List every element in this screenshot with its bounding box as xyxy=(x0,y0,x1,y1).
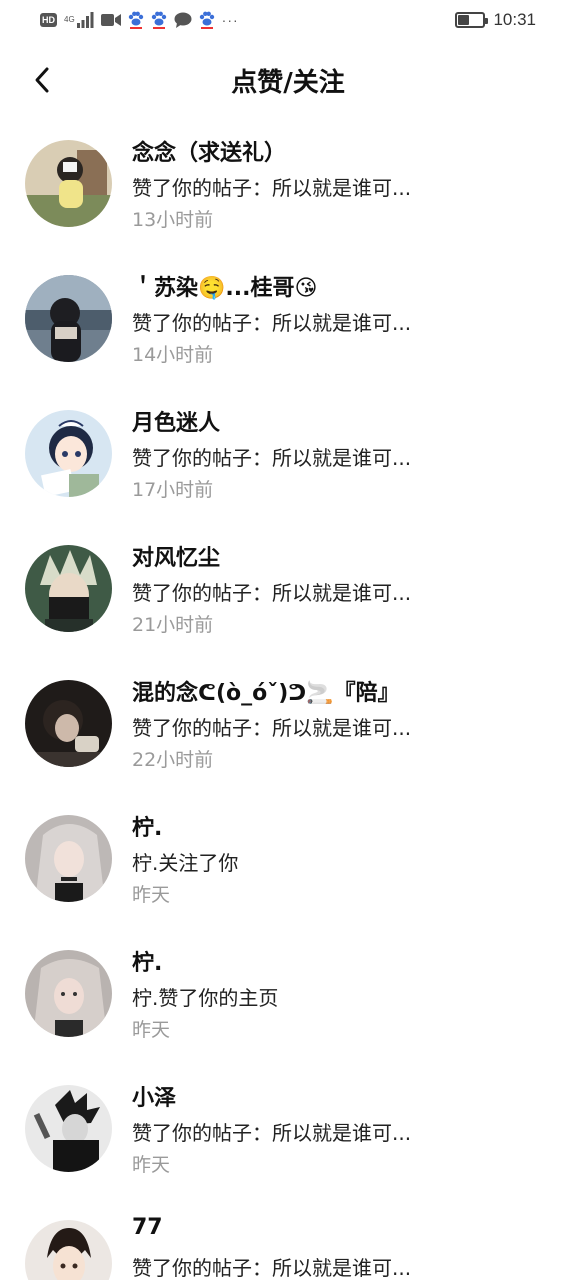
user-name[interactable]: 混的念ᕦ(ò_óˇ)ᕤ🚬『陪』 xyxy=(132,675,400,707)
more-dots-icon: ··· xyxy=(221,12,239,28)
page-title: 点赞/关注 xyxy=(231,68,345,98)
avatar[interactable] xyxy=(25,410,112,497)
user-name[interactable]: 念念（求送礼） xyxy=(132,135,286,167)
video-icon xyxy=(100,13,121,27)
user-name[interactable]: 对风忆尘 xyxy=(132,540,220,572)
avatar[interactable] xyxy=(25,545,112,632)
list-item[interactable]: 77 赞了你的帖子：所以就是谁可... xyxy=(0,1198,576,1280)
notification-time: 昨天 xyxy=(132,1019,171,1041)
hd-icon: HD xyxy=(40,13,57,27)
avatar[interactable] xyxy=(25,1085,112,1172)
notification-time: 17小时前 xyxy=(132,479,214,501)
notification-time: 21小时前 xyxy=(132,614,214,636)
notification-message: 赞了你的帖子：所以就是谁可... xyxy=(132,716,412,740)
list-item[interactable]: 小泽 赞了你的帖子：所以就是谁可... 昨天 xyxy=(0,1063,576,1198)
notification-time: 14小时前 xyxy=(132,344,214,366)
avatar[interactable] xyxy=(25,140,112,227)
status-time: 10:31 xyxy=(493,10,536,29)
user-name[interactable]: 柠. xyxy=(132,945,162,977)
status-bar-right: 10:31 xyxy=(455,9,536,31)
user-name[interactable]: 小泽 xyxy=(132,1080,176,1112)
avatar[interactable] xyxy=(25,1220,112,1280)
battery-icon xyxy=(455,12,489,28)
list-item[interactable]: 柠. 柠.赞了你的主页 昨天 xyxy=(0,928,576,1063)
notification-message: 赞了你的帖子：所以就是谁可... xyxy=(132,1256,412,1280)
list-item[interactable]: ＇苏染🤤...桂哥😘 赞了你的帖子：所以就是谁可... 14小时前 xyxy=(0,253,576,388)
user-name[interactable]: 77 xyxy=(132,1215,163,1240)
notification-time: 22小时前 xyxy=(132,749,214,771)
notification-message: 柠.关注了你 xyxy=(132,851,239,875)
list-item[interactable]: 混的念ᕦ(ò_óˇ)ᕤ🚬『陪』 赞了你的帖子：所以就是谁可... 22小时前 xyxy=(0,658,576,793)
signal-icon: 4G xyxy=(64,12,94,28)
list-item[interactable]: 念念（求送礼） 赞了你的帖子：所以就是谁可... 13小时前 xyxy=(0,118,576,253)
notification-time: 昨天 xyxy=(132,884,171,906)
notification-time: 昨天 xyxy=(132,1154,171,1176)
paw-icon xyxy=(151,11,167,29)
list-item[interactable]: 对风忆尘 赞了你的帖子：所以就是谁可... 21小时前 xyxy=(0,523,576,658)
avatar[interactable] xyxy=(25,815,112,902)
status-bar: HD 4G ··· 10:31 xyxy=(0,0,576,40)
notification-message: 赞了你的帖子：所以就是谁可... xyxy=(132,581,412,605)
notification-message: 赞了你的帖子：所以就是谁可... xyxy=(132,176,412,200)
notification-message: 柠.赞了你的主页 xyxy=(132,986,279,1010)
notification-message: 赞了你的帖子：所以就是谁可... xyxy=(132,446,412,470)
notification-message: 赞了你的帖子：所以就是谁可... xyxy=(132,311,412,335)
battery-level xyxy=(458,15,470,25)
avatar[interactable] xyxy=(25,680,112,767)
header: 点赞/关注 xyxy=(0,50,576,110)
list-item[interactable]: 月色迷人 赞了你的帖子：所以就是谁可... 17小时前 xyxy=(0,388,576,523)
paw-icon xyxy=(128,11,144,29)
avatar[interactable] xyxy=(25,275,112,362)
status-bar-left: HD 4G ··· xyxy=(40,9,239,31)
user-name[interactable]: 月色迷人 xyxy=(132,405,220,437)
user-name[interactable]: 柠. xyxy=(132,810,162,842)
paw-icon xyxy=(199,11,215,29)
list-item[interactable]: 柠. 柠.关注了你 昨天 xyxy=(0,793,576,928)
user-name[interactable]: ＇苏染🤤...桂哥😘 xyxy=(132,270,317,302)
chat-bubble-icon xyxy=(174,12,192,28)
notification-message: 赞了你的帖子：所以就是谁可... xyxy=(132,1121,412,1145)
network-type-label: 4G xyxy=(64,15,75,24)
notification-time: 13小时前 xyxy=(132,209,214,231)
avatar[interactable] xyxy=(25,950,112,1037)
notification-list: 念念（求送礼） 赞了你的帖子：所以就是谁可... 13小时前 ＇苏染🤤...桂哥… xyxy=(0,118,576,1280)
